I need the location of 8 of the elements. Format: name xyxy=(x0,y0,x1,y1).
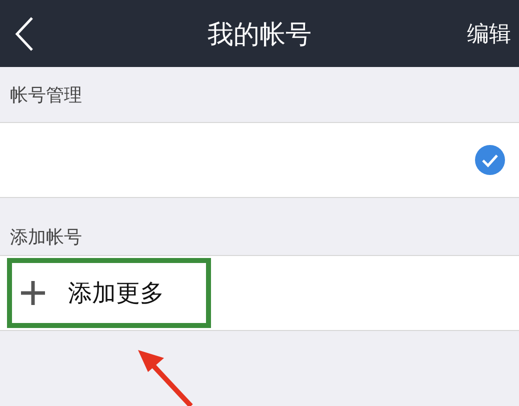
screen-title: 我的帐号 xyxy=(208,19,312,52)
back-icon[interactable] xyxy=(14,16,34,52)
section-heading: 添加帐号 xyxy=(10,226,82,249)
add-more-button[interactable]: 添加更多 xyxy=(7,258,211,328)
edit-button[interactable]: 编辑 xyxy=(467,18,511,48)
plus-icon xyxy=(20,280,46,306)
annotation-arrow xyxy=(136,348,196,406)
section-heading: 帐号管理 xyxy=(10,84,82,106)
